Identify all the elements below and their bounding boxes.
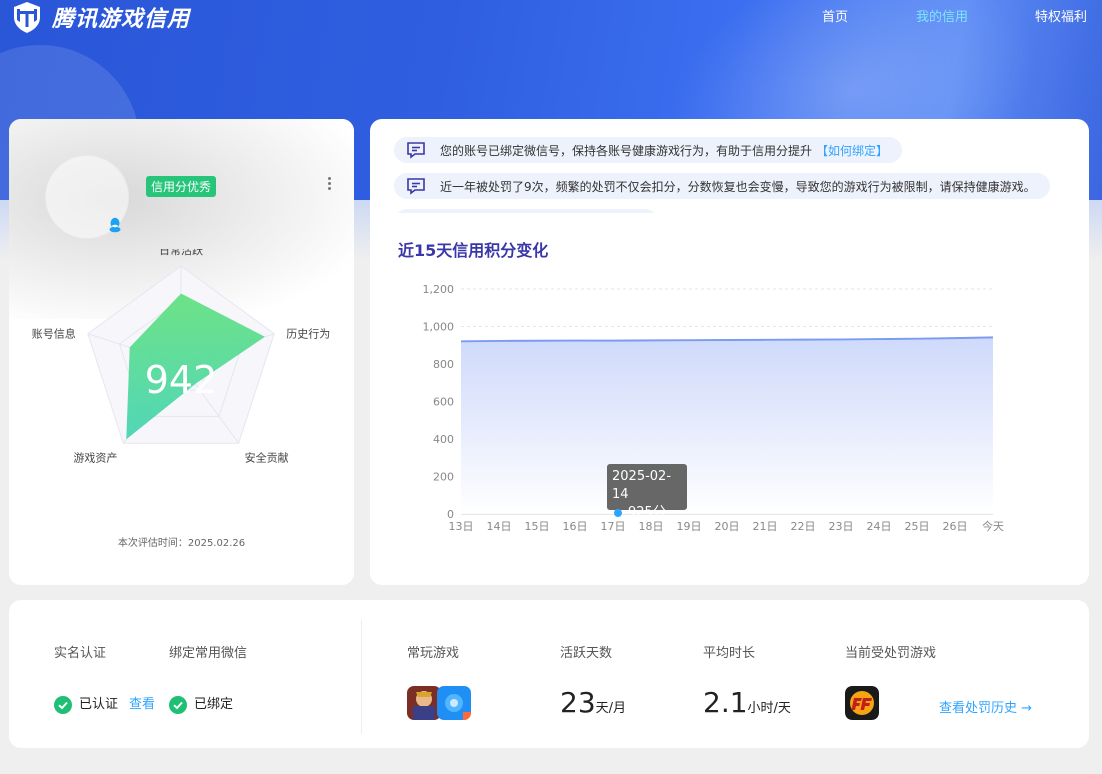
chart-title: 近15天信用积分变化 <box>398 241 549 260</box>
active-days-unit: 天/月 <box>595 701 627 716</box>
radar-axis-label: 历史行为 <box>286 328 330 341</box>
active-days-stat: 23天/月 <box>560 686 626 719</box>
chart-x-axis: 13日 14日 15日 16日 17日 18日 19日 20日 21日 22日 23日 24日 25日 2… <box>449 519 1005 533</box>
notice-penalty-warning: 近一年被处罚了9次，频繁的处罚不仅会扣分，分数恢复也会变慢，导致您的游戏行为被限… <box>394 173 1050 199</box>
games-label: 常玩游戏 <box>407 646 460 661</box>
radar-axis-label: 日常活跃 <box>159 249 203 257</box>
credit-score-card: 信用分优秀 942 日常活跃历史行为安全贡献 游戏资产 账号信息 本次评估时间：20… <box>9 119 354 585</box>
message-icon <box>407 142 425 159</box>
y-tick-label: 1,200 <box>423 283 455 296</box>
tooltip-date: 2025-02-14 <box>612 469 672 502</box>
wechat-status: 已绑定 <box>194 697 234 712</box>
x-tick-label: 23日 <box>829 520 854 533</box>
x-tick-label: 14日 <box>487 520 512 533</box>
tooltip-value-row: 925分 <box>612 504 682 522</box>
series-dot-icon <box>614 509 622 517</box>
credit-trend-card: 您的账号已绑定微信号，保持各账号健康游戏行为，有助于信用分提升 【如何绑定】 近… <box>370 119 1089 585</box>
notice-text: 您的账号已绑定微信号，保持各账号健康游戏行为，有助于信用分提升 <box>440 143 813 158</box>
nav-home[interactable]: 首页 <box>822 6 848 25</box>
penalty-games-label: 当前受处罚游戏 <box>845 646 937 661</box>
radar-axis-label: 安全贡献 <box>245 450 289 464</box>
x-tick-label: 25日 <box>905 520 930 533</box>
chart-y-axis: 02004006008001,0001,200 <box>423 283 455 521</box>
credit-score-value: 942 <box>145 358 218 402</box>
x-tick-label: 今天 <box>982 519 1004 533</box>
x-tick-label: 21日 <box>753 520 778 533</box>
how-to-bind-link[interactable]: 【如何绑定】 <box>816 142 888 159</box>
active-days-label: 活跃天数 <box>560 646 613 661</box>
chart-area-fill <box>461 337 993 514</box>
honor-of-kings-game-icon[interactable] <box>407 686 441 720</box>
radar-axis-label: 账号信息 <box>32 327 76 341</box>
radar-axis-label: 游戏资产 <box>73 450 117 464</box>
credit-trend-chart[interactable]: 02004006008001,0001,200 13日 14日 15日 16日 17日 1… <box>370 269 1089 549</box>
avg-time-value: 2.1 <box>703 686 748 719</box>
message-icon <box>407 178 425 195</box>
x-tick-label: 22日 <box>791 520 816 533</box>
tooltip-value: 925分 <box>628 505 666 520</box>
view-realname-link[interactable]: 查看 <box>129 696 155 714</box>
notice-text: 当前信用分为一一分，信用良好，优秀 <box>440 215 645 230</box>
nav-my-credit[interactable]: 我的信用 <box>916 6 968 25</box>
qq-icon <box>109 217 121 233</box>
active-days-value: 23 <box>560 686 596 719</box>
avg-time-label: 平均时长 <box>703 646 756 661</box>
crossfire-game-icon[interactable] <box>845 686 879 720</box>
account-summary-card: 实名认证 绑定常用微信 已认证 查看 已绑定 常玩游戏 活跃天数 23天/月 平… <box>9 600 1089 748</box>
more-options-icon[interactable] <box>326 175 332 193</box>
notice-wechat-bound: 您的账号已绑定微信号，保持各账号健康游戏行为，有助于信用分提升 【如何绑定】 <box>394 137 903 163</box>
y-tick-label: 200 <box>433 471 454 484</box>
shield-logo-icon <box>14 2 40 33</box>
y-tick-label: 400 <box>433 433 454 446</box>
realname-status: 已认证 <box>79 697 119 712</box>
section-divider <box>361 620 362 734</box>
x-tick-label: 24日 <box>867 520 892 533</box>
notice-text: 近一年被处罚了9次，频繁的处罚不仅会扣分，分数恢复也会变慢，导致您的游戏行为被限… <box>440 179 1036 194</box>
message-icon <box>406 213 426 231</box>
x-tick-label: 20日 <box>715 520 740 533</box>
avg-time-unit: 小时/天 <box>747 701 791 716</box>
x-tick-label: 26日 <box>943 520 968 533</box>
wechat-label: 绑定常用微信 <box>169 646 248 661</box>
x-tick-label: 16日 <box>563 520 588 533</box>
penalty-history-link[interactable]: 查看处罚历史 → <box>939 697 1032 716</box>
realname-label: 实名认证 <box>54 646 107 661</box>
nav-privileges[interactable]: 特权福利 <box>1035 6 1087 25</box>
evaluation-time: 本次评估时间：2025.02.26 <box>117 538 246 549</box>
chart-tooltip: 2025-02-14 925分 <box>607 464 687 520</box>
check-circle-icon <box>169 696 187 714</box>
credit-level-badge: 信用分优秀 <box>146 176 217 197</box>
blue-game-icon[interactable] <box>437 686 471 720</box>
x-tick-label: 15日 <box>525 520 550 533</box>
credit-radar-chart: 942 日常活跃历史行为安全贡献 游戏资产 账号信息 <box>32 249 330 464</box>
logo-text: 腾讯游戏信用 <box>52 7 191 32</box>
y-tick-label: 800 <box>433 358 454 371</box>
notice-score-status: 当前信用分为一一分，信用良好，优秀 <box>394 209 658 235</box>
avg-time-stat: 2.1小时/天 <box>703 686 791 719</box>
check-circle-icon <box>54 696 72 714</box>
y-tick-label: 600 <box>433 396 454 409</box>
logo[interactable]: 腾讯游戏信用 <box>10 0 190 34</box>
x-tick-label: 13日 <box>449 520 474 533</box>
y-tick-label: 1,000 <box>423 321 455 334</box>
